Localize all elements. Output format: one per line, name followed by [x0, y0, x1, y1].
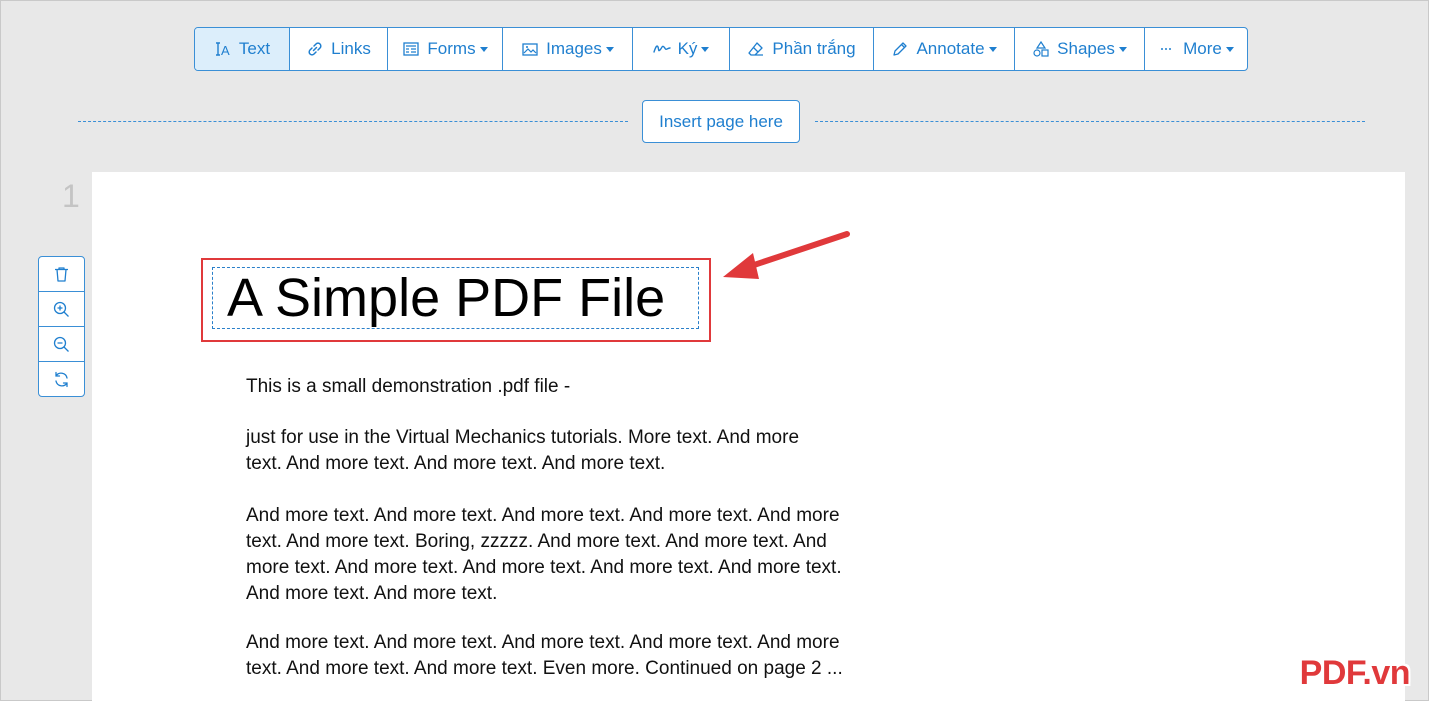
chevron-down-icon [605, 46, 614, 52]
rotate-icon [55, 371, 68, 387]
whiteout-tool-button[interactable]: Phần trắng [730, 28, 874, 70]
signature-icon [652, 45, 671, 53]
text-tool-button[interactable]: A Text [195, 28, 290, 70]
images-tool-label: Images [546, 39, 602, 58]
rotate-page-button[interactable] [39, 362, 84, 396]
ellipsis-icon [1161, 48, 1172, 50]
trash-icon [55, 266, 68, 282]
paragraph-3[interactable]: And more text. And more text. And more t… [246, 503, 946, 607]
pointer-arrow-icon [723, 231, 850, 279]
sign-tool-button[interactable]: Ký [633, 28, 730, 70]
zoom-in-button[interactable] [39, 292, 84, 327]
forms-tool-label: Forms [427, 39, 476, 58]
page-side-tools [38, 256, 85, 397]
chevron-down-icon [1225, 46, 1234, 52]
editable-title-text-box[interactable]: A Simple PDF File [212, 267, 699, 329]
delete-page-button[interactable] [39, 257, 84, 292]
svg-text:A: A [221, 43, 230, 58]
paragraph-4[interactable]: And more text. And more text. And more t… [246, 630, 946, 682]
paragraph-1[interactable]: This is a small demonstration .pdf file … [246, 374, 946, 400]
shapes-icon [1033, 40, 1049, 57]
link-icon [308, 42, 322, 56]
links-tool-button[interactable]: Links [290, 28, 388, 70]
image-icon [522, 43, 538, 56]
whiteout-tool-label: Phần trắng [772, 39, 856, 58]
chevron-down-icon [1118, 46, 1127, 52]
zoom-out-button[interactable] [39, 327, 84, 362]
sign-tool-label: Ký [677, 39, 698, 58]
more-tool-button[interactable]: More [1145, 28, 1247, 70]
forms-tool-button[interactable]: Forms [388, 28, 503, 70]
shapes-tool-label: Shapes [1057, 39, 1115, 58]
links-tool-label: Links [331, 39, 371, 58]
paragraph-2[interactable]: just for use in the Virtual Mechanics tu… [246, 425, 946, 477]
annotate-tool-button[interactable]: Annotate [874, 28, 1015, 70]
text-tool-label: Text [238, 39, 271, 58]
shapes-tool-button[interactable]: Shapes [1015, 28, 1145, 70]
pencil-icon [893, 42, 908, 56]
form-icon [403, 42, 420, 56]
eraser-icon [748, 42, 764, 56]
editor-toolbar: A Text Links Forms Images Ký Phần trắng … [194, 27, 1248, 71]
images-tool-button[interactable]: Images [503, 28, 633, 70]
page-number: 1 [62, 178, 80, 214]
divider-right [815, 121, 1365, 122]
watermark-logo: PDF.vn [1299, 654, 1411, 692]
text-cursor-icon: A [215, 42, 230, 58]
annotate-tool-label: Annotate [916, 39, 985, 58]
more-tool-label: More [1183, 39, 1222, 58]
zoom-out-icon [53, 336, 69, 352]
chevron-down-icon [479, 46, 488, 52]
divider-left [78, 121, 628, 122]
chevron-down-icon [701, 46, 710, 52]
zoom-in-icon [53, 301, 69, 317]
chevron-down-icon [988, 46, 997, 52]
insert-page-button[interactable]: Insert page here [642, 100, 800, 143]
